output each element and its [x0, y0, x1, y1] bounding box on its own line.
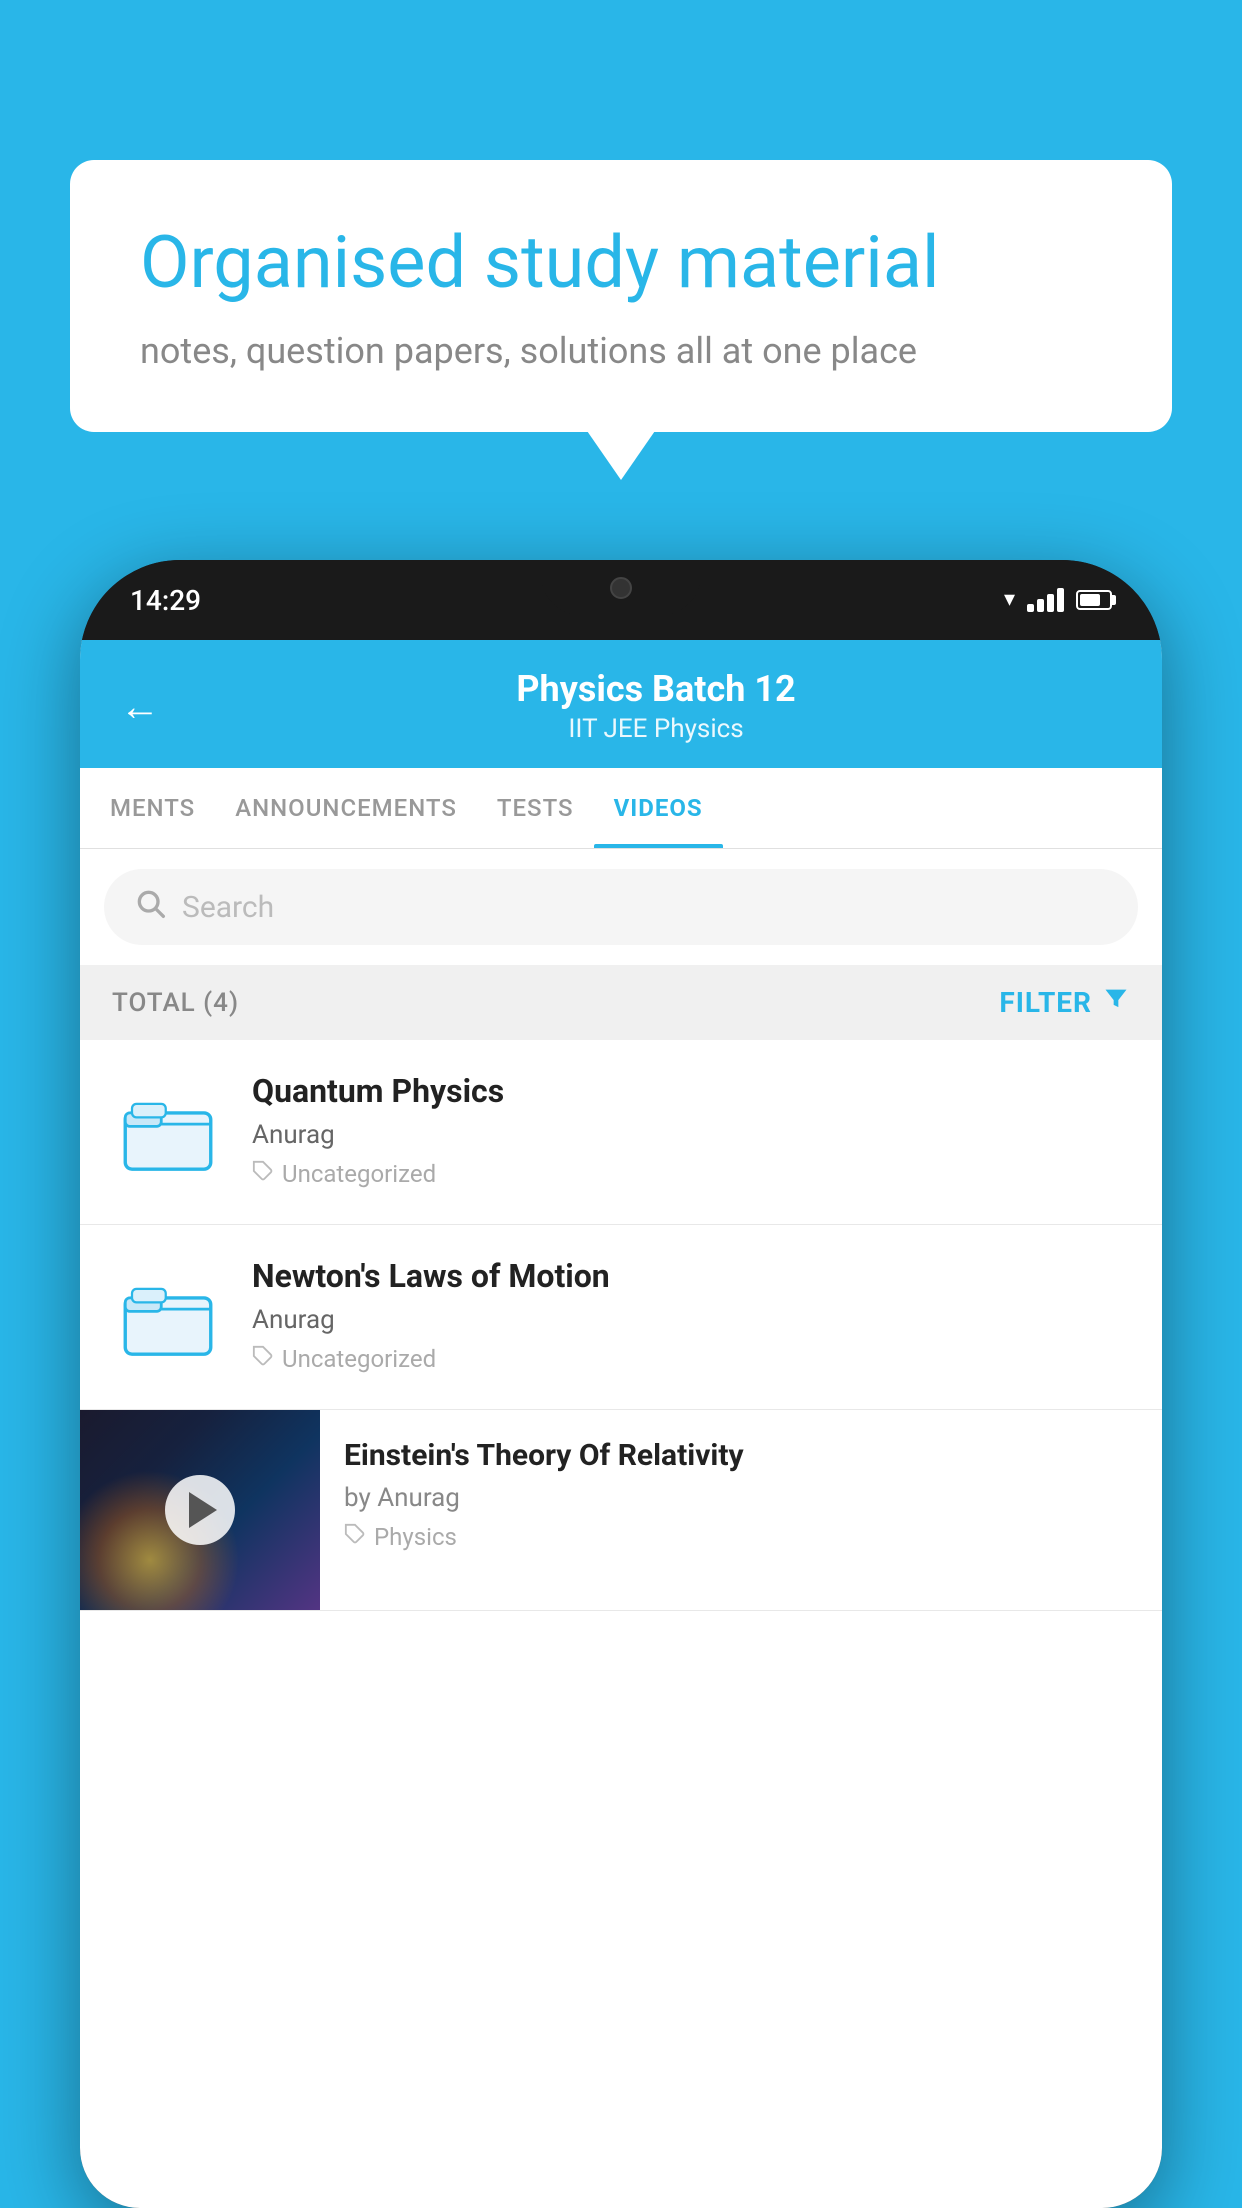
- tab-videos[interactable]: VIDEOS: [594, 768, 723, 848]
- phone-frame: 14:29 ▾ ← Physi: [80, 560, 1162, 2208]
- filter-bar: TOTAL (4) FILTER: [80, 965, 1162, 1040]
- video-info: Einstein's Theory Of Relativity by Anura…: [320, 1410, 1162, 1579]
- header-title: Physics Batch 12: [190, 668, 1122, 710]
- camera-dot: [610, 577, 632, 599]
- play-triangle-icon: [189, 1492, 217, 1528]
- total-count: TOTAL (4): [112, 988, 239, 1018]
- app-header: ← Physics Batch 12 IIT JEE Physics: [80, 640, 1162, 768]
- status-time: 14:29: [130, 584, 201, 617]
- search-placeholder: Search: [182, 890, 274, 925]
- search-input-wrapper[interactable]: Search: [104, 869, 1138, 945]
- battery-icon: [1076, 590, 1112, 610]
- tab-tests[interactable]: TESTS: [477, 768, 594, 848]
- tag-icon: [252, 1160, 274, 1188]
- video-thumbnail: [80, 1410, 320, 1610]
- status-icons: ▾: [1004, 588, 1112, 612]
- speech-bubble: Organised study material notes, question…: [70, 160, 1172, 432]
- folder-icon: [123, 1087, 213, 1177]
- list-item[interactable]: Newton's Laws of Motion Anurag Uncategor…: [80, 1225, 1162, 1410]
- tag-label: Uncategorized: [282, 1160, 436, 1188]
- phone-notch: [541, 560, 701, 615]
- video-list: Quantum Physics Anurag Uncategorized: [80, 1040, 1162, 1611]
- folder-icon: [123, 1272, 213, 1362]
- video-tag: Uncategorized: [252, 1160, 1134, 1188]
- bubble-title: Organised study material: [140, 220, 1102, 306]
- tab-ments[interactable]: MENTS: [90, 768, 215, 848]
- video-title: Einstein's Theory Of Relativity: [344, 1438, 1138, 1473]
- speech-bubble-container: Organised study material notes, question…: [70, 160, 1172, 432]
- video-author: Anurag: [252, 1305, 1134, 1335]
- video-title: Newton's Laws of Motion: [252, 1257, 1134, 1295]
- folder-icon-area: [108, 1257, 228, 1377]
- bubble-subtitle: notes, question papers, solutions all at…: [140, 330, 1102, 372]
- search-icon: [134, 887, 166, 927]
- play-button[interactable]: [165, 1475, 235, 1545]
- tag-label: Uncategorized: [282, 1345, 436, 1373]
- video-tag: Uncategorized: [252, 1345, 1134, 1373]
- phone-screen: ← Physics Batch 12 IIT JEE Physics MENTS…: [80, 640, 1162, 2208]
- search-container: Search: [80, 849, 1162, 965]
- wifi-icon: ▾: [1004, 588, 1015, 612]
- video-title: Quantum Physics: [252, 1072, 1134, 1110]
- filter-icon: [1102, 985, 1130, 1020]
- tab-announcements[interactable]: ANNOUNCEMENTS: [215, 768, 477, 848]
- folder-icon-area: [108, 1072, 228, 1192]
- header-title-area: Physics Batch 12 IIT JEE Physics: [190, 668, 1122, 744]
- tag-icon: [344, 1523, 366, 1551]
- back-button[interactable]: ←: [120, 683, 160, 730]
- filter-button[interactable]: FILTER: [999, 985, 1130, 1020]
- tag-label: Physics: [374, 1523, 457, 1551]
- signal-icon: [1027, 588, 1064, 612]
- list-item[interactable]: Quantum Physics Anurag Uncategorized: [80, 1040, 1162, 1225]
- video-author: Anurag: [252, 1120, 1134, 1150]
- list-item[interactable]: Einstein's Theory Of Relativity by Anura…: [80, 1410, 1162, 1611]
- video-info: Quantum Physics Anurag Uncategorized: [252, 1072, 1134, 1188]
- video-tag: Physics: [344, 1523, 1138, 1551]
- filter-label: FILTER: [999, 986, 1092, 1019]
- tag-icon: [252, 1345, 274, 1373]
- status-bar: 14:29 ▾: [80, 560, 1162, 640]
- header-subtitle: IIT JEE Physics: [190, 714, 1122, 744]
- tabs-bar: MENTS ANNOUNCEMENTS TESTS VIDEOS: [80, 768, 1162, 849]
- video-info: Newton's Laws of Motion Anurag Uncategor…: [252, 1257, 1134, 1373]
- video-author: by Anurag: [344, 1483, 1138, 1513]
